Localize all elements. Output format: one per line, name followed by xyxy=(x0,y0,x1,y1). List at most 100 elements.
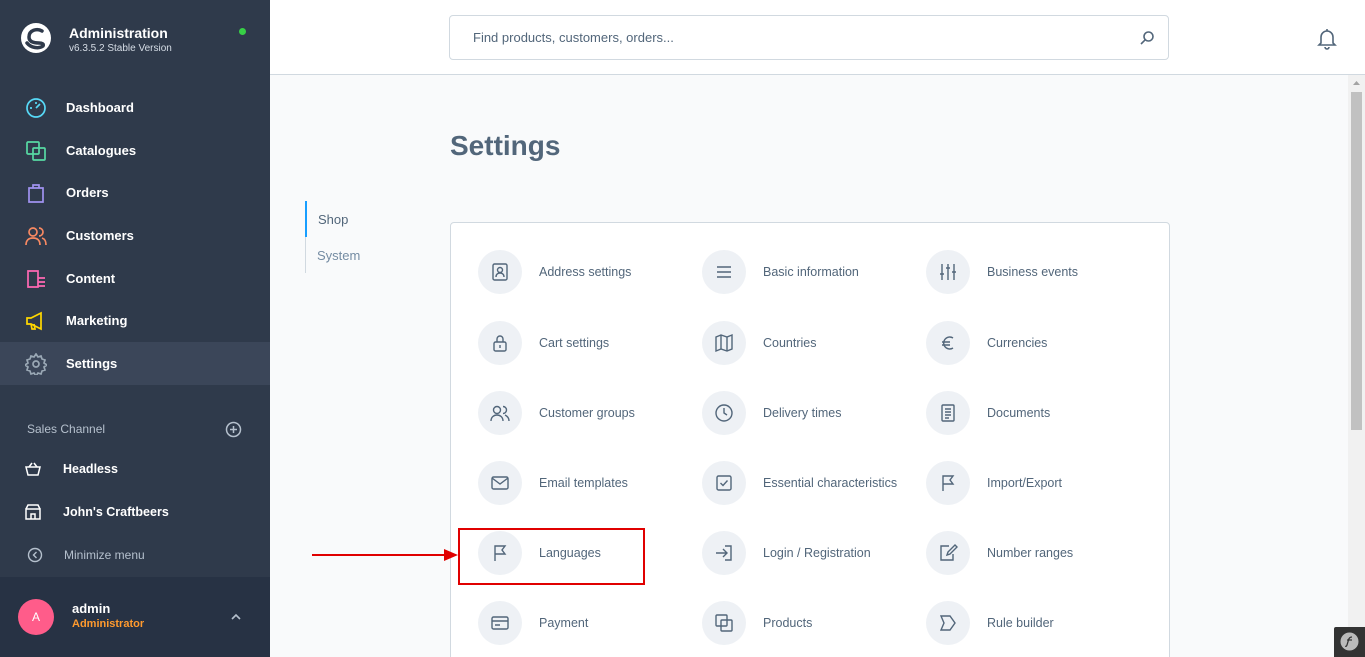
setting-label: Number ranges xyxy=(987,546,1074,560)
setting-label: Delivery times xyxy=(763,406,842,420)
setting-cart-settings[interactable]: Cart settings xyxy=(478,318,698,368)
top-bar xyxy=(270,0,1365,75)
setting-label: Products xyxy=(763,616,813,630)
setting-rule-builder[interactable]: Rule builder xyxy=(926,598,1146,648)
rule-icon xyxy=(939,615,956,631)
setting-login-registration[interactable]: Login / Registration xyxy=(702,528,922,578)
catalogues-icon xyxy=(26,140,46,161)
setting-address-settings[interactable]: Address settings xyxy=(478,247,698,297)
setting-icon-bg xyxy=(702,601,746,645)
flag-icon xyxy=(942,475,955,491)
sales-channel-headless[interactable]: Headless xyxy=(0,449,270,489)
setting-essential-characteristics[interactable]: Essential characteristics xyxy=(702,458,922,508)
setting-label: Customer groups xyxy=(539,406,635,420)
setting-label: Currencies xyxy=(987,336,1048,350)
page-scrollbar[interactable] xyxy=(1348,75,1365,657)
nav-orders[interactable]: Orders xyxy=(0,171,270,214)
user-menu[interactable]: A admin Administrator xyxy=(0,577,270,657)
setting-customer-groups[interactable]: Customer groups xyxy=(478,388,698,438)
setting-label: Essential characteristics xyxy=(763,476,898,490)
setting-icon-bg xyxy=(702,531,746,575)
nav-customers-label: Customers xyxy=(66,228,134,243)
nav-orders-label: Orders xyxy=(66,185,109,200)
checkbox-icon xyxy=(716,475,732,491)
nav-catalogues[interactable]: Catalogues xyxy=(0,129,270,172)
nav-settings-label: Settings xyxy=(66,356,118,371)
setting-label: Rule builder xyxy=(987,616,1054,630)
setting-icon-bg xyxy=(478,250,522,294)
user-name: admin xyxy=(72,601,111,616)
notification-bell-icon[interactable] xyxy=(1317,28,1337,50)
setting-import-export[interactable]: Import/Export xyxy=(926,458,1146,508)
sales-channel-label: Headless xyxy=(63,462,118,476)
setting-currencies[interactable]: Currencies xyxy=(926,318,1146,368)
setting-countries[interactable]: Countries xyxy=(702,318,922,368)
setting-icon-bg xyxy=(478,461,522,505)
add-sales-channel-icon[interactable] xyxy=(225,421,242,438)
nav-marketing[interactable]: Marketing xyxy=(0,299,270,342)
envelope-icon xyxy=(491,476,509,490)
nav-dashboard[interactable]: Dashboard xyxy=(0,86,270,129)
nav-content[interactable]: Content xyxy=(0,257,270,300)
basket-icon xyxy=(25,462,41,476)
setting-documents[interactable]: Documents xyxy=(926,388,1146,438)
nav-marketing-label: Marketing xyxy=(66,313,128,328)
content-icon xyxy=(27,269,45,288)
setting-icon-bg xyxy=(926,250,970,294)
address-book-icon xyxy=(492,263,508,281)
euro-icon xyxy=(942,336,954,350)
dashboard-icon xyxy=(26,97,46,118)
setting-icon-bg xyxy=(702,391,746,435)
list-icon xyxy=(717,266,731,278)
setting-icon-bg xyxy=(926,601,970,645)
setting-icon-bg xyxy=(702,250,746,294)
setting-payment[interactable]: Payment xyxy=(478,598,698,648)
symfony-logo-icon xyxy=(1340,632,1359,651)
tab-shop[interactable]: Shop xyxy=(305,201,425,237)
setting-delivery-times[interactable]: Delivery times xyxy=(702,388,922,438)
sales-channel-label: John's Craftbeers xyxy=(63,505,169,519)
highlight-box xyxy=(458,528,645,585)
sidebar: Administration v6.3.5.2 Stable Version D… xyxy=(0,0,270,657)
search-icon[interactable] xyxy=(1139,30,1155,46)
settings-icon xyxy=(25,352,47,375)
scroll-up-arrow-icon[interactable] xyxy=(1348,75,1365,90)
setting-label: Countries xyxy=(763,336,817,350)
products-icon xyxy=(715,614,733,632)
customers-icon xyxy=(25,226,47,245)
status-indicator xyxy=(239,28,246,35)
page-title: Settings xyxy=(450,130,561,161)
setting-label: Address settings xyxy=(539,265,632,279)
setting-business-events[interactable]: Business events xyxy=(926,247,1146,297)
setting-icon-bg xyxy=(478,391,522,435)
setting-products[interactable]: Products xyxy=(702,598,922,648)
setting-number-ranges[interactable]: Number ranges xyxy=(926,528,1146,578)
tab-system[interactable]: System xyxy=(306,237,426,273)
setting-icon-bg xyxy=(702,461,746,505)
setting-icon-bg xyxy=(926,391,970,435)
user-role: Administrator xyxy=(72,618,145,630)
minimize-menu[interactable]: Minimize menu xyxy=(0,541,270,569)
users-icon xyxy=(490,405,510,422)
symfony-toolbar-toggle[interactable] xyxy=(1334,627,1365,657)
nav-content-label: Content xyxy=(66,271,116,286)
nav-customers[interactable]: Customers xyxy=(0,214,270,257)
scrollbar-thumb[interactable] xyxy=(1351,92,1362,430)
map-icon xyxy=(715,333,733,353)
sliders-icon xyxy=(940,264,956,280)
search-input[interactable] xyxy=(451,17,1131,58)
nav-dashboard-label: Dashboard xyxy=(66,100,134,115)
nav-settings[interactable]: Settings xyxy=(0,342,270,385)
sales-channel-header: Sales Channel xyxy=(27,422,106,436)
sales-channel-johns-craftbeers[interactable]: John's Craftbeers xyxy=(0,492,270,532)
setting-label: Documents xyxy=(987,406,1051,420)
setting-label: Import/Export xyxy=(987,476,1063,490)
setting-icon-bg xyxy=(926,461,970,505)
search-box xyxy=(449,15,1169,60)
setting-basic-information[interactable]: Basic information xyxy=(702,247,922,297)
setting-icon-bg xyxy=(702,321,746,365)
setting-label: Business events xyxy=(987,265,1079,279)
clock-icon xyxy=(715,404,733,422)
setting-email-templates[interactable]: Email templates xyxy=(478,458,698,508)
settings-tabs: Shop System xyxy=(305,201,425,273)
